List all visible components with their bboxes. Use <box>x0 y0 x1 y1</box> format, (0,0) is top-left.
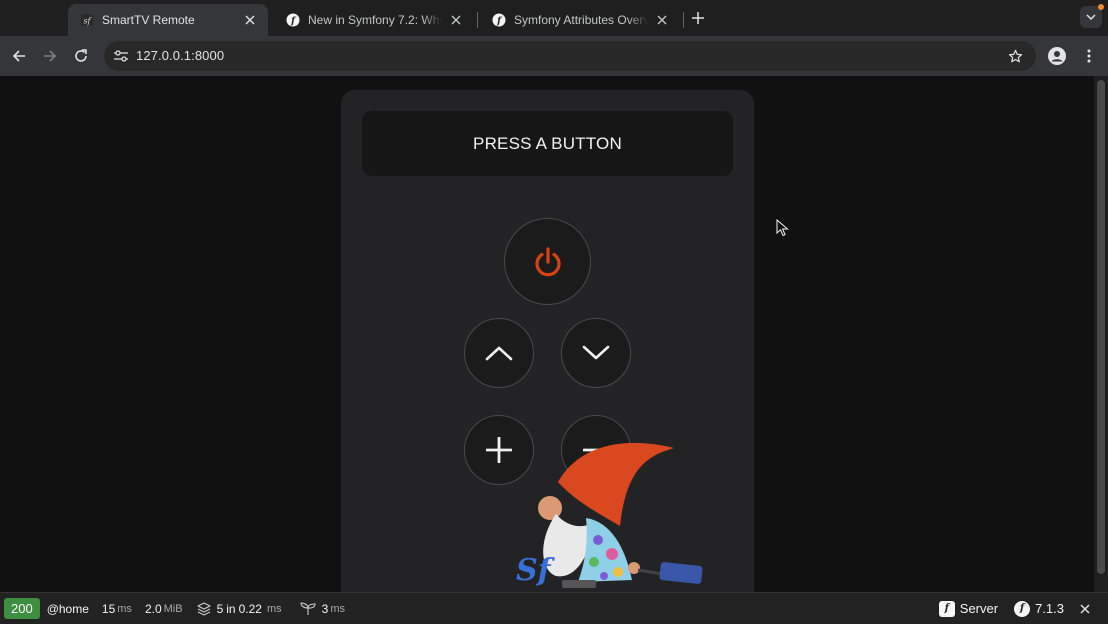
site-info-button[interactable] <box>110 45 132 67</box>
power-button[interactable] <box>504 218 591 305</box>
tab-separator <box>477 12 478 28</box>
memory-unit: MiB <box>163 602 183 615</box>
memory-panel[interactable]: 2.0 MiB <box>145 602 183 616</box>
star-icon <box>1008 49 1022 62</box>
channel-down-button[interactable] <box>561 318 631 388</box>
notification-dot <box>1098 4 1104 10</box>
request-time-panel[interactable]: 15 ms <box>102 602 132 616</box>
profile-button[interactable] <box>1045 44 1069 68</box>
bookmark-button[interactable] <box>1004 45 1026 67</box>
reload-button[interactable] <box>69 44 93 68</box>
tab-new-in-symfony[interactable]: f New in Symfony 7.2: WhenNot <box>274 4 474 36</box>
symfony-version-panel[interactable]: f 7.1.3 <box>1014 600 1064 617</box>
db-time: 0.22 <box>238 601 262 616</box>
chevron-down-icon <box>582 345 610 360</box>
tab-separator <box>683 12 684 28</box>
symfony-debug-toolbar: 200 @home 15 ms 2.0 MiB 5 in 0.22 ms 3 m… <box>0 592 1108 624</box>
symfony-logo-icon: f <box>1014 600 1031 617</box>
remote-display: PRESS A BUTTON <box>362 111 733 176</box>
channel-up-button[interactable] <box>464 318 534 388</box>
symfony-logo-icon: f <box>938 600 955 617</box>
reload-icon <box>75 49 87 62</box>
time-unit: ms <box>117 602 132 615</box>
db-query-count: 5 <box>216 601 224 616</box>
power-icon <box>534 246 561 276</box>
layers-icon <box>197 601 211 616</box>
tab-smarttv-remote[interactable]: sf SmartTV Remote <box>68 4 268 36</box>
tune-icon <box>114 50 128 62</box>
tv-remote: PRESS A BUTTON Sf <box>341 90 754 592</box>
more-vertical-icon <box>1087 49 1091 63</box>
forward-button[interactable] <box>38 44 62 68</box>
menu-button[interactable] <box>1077 44 1101 68</box>
tab-title: New in Symfony 7.2: WhenNot <box>308 13 442 27</box>
profile-avatar-icon <box>1048 47 1066 65</box>
tab-symfony-attributes[interactable]: f Symfony Attributes Overview <box>480 4 680 36</box>
time-value: 15 <box>101 601 116 616</box>
tab-title: Symfony Attributes Overview <box>514 13 648 27</box>
route-label: @home <box>46 601 89 616</box>
route-name[interactable]: @home <box>47 602 89 616</box>
page-viewport: PRESS A BUTTON Sf <box>0 76 1108 592</box>
server-label: Server <box>959 601 999 616</box>
gnome-mascot-illustration: Sf <box>516 442 703 588</box>
mouse-cursor-icon <box>776 219 789 237</box>
page-scrollbar[interactable] <box>1094 76 1108 592</box>
server-panel[interactable]: f Server <box>938 600 999 617</box>
toolbar-right-section: f Server f 7.1.3 <box>930 593 1108 624</box>
plus-icon <box>692 12 704 24</box>
tab-strip: sf SmartTV Remote f New in Symfony 7.2: … <box>0 0 1108 36</box>
events-value: 3 <box>321 601 329 616</box>
chevron-down-icon <box>1086 14 1096 20</box>
status-code-badge[interactable]: 200 <box>4 598 40 619</box>
db-time-unit: ms <box>266 602 282 615</box>
db-in-label: in <box>226 601 236 616</box>
tab-title: SmartTV Remote <box>102 13 195 27</box>
events-panel[interactable]: 3 ms <box>300 602 345 616</box>
symfony-favicon-icon: sf <box>81 14 93 26</box>
close-toolbar-button[interactable] <box>1080 603 1090 614</box>
close-tab-icon[interactable] <box>654 12 670 28</box>
url-text[interactable]: 127.0.0.1:8000 <box>136 48 224 63</box>
back-button[interactable] <box>7 44 31 68</box>
arrow-right-icon <box>44 50 57 62</box>
chevron-up-icon <box>485 346 513 361</box>
symfony-logo-icon: f <box>492 13 506 27</box>
close-icon <box>1080 603 1090 614</box>
arrow-left-icon <box>12 50 25 62</box>
close-tab-icon[interactable] <box>448 12 464 28</box>
new-tab-button[interactable] <box>688 8 708 28</box>
memory-value: 2.0 <box>144 601 162 616</box>
sprout-icon <box>300 601 316 615</box>
address-bar[interactable]: 127.0.0.1:8000 <box>104 41 1036 71</box>
symfony-logo-icon: f <box>286 13 300 27</box>
symfony-version: 7.1.3 <box>1035 601 1064 616</box>
plus-icon <box>486 437 512 463</box>
scrollbar-thumb[interactable] <box>1097 80 1105 574</box>
browser-toolbar: 127.0.0.1:8000 <box>0 36 1108 76</box>
close-tab-icon[interactable] <box>242 12 258 28</box>
events-unit: ms <box>330 602 345 615</box>
svg-text:Sf: Sf <box>516 553 556 588</box>
database-panel[interactable]: 5 in 0.22 ms <box>197 602 282 616</box>
